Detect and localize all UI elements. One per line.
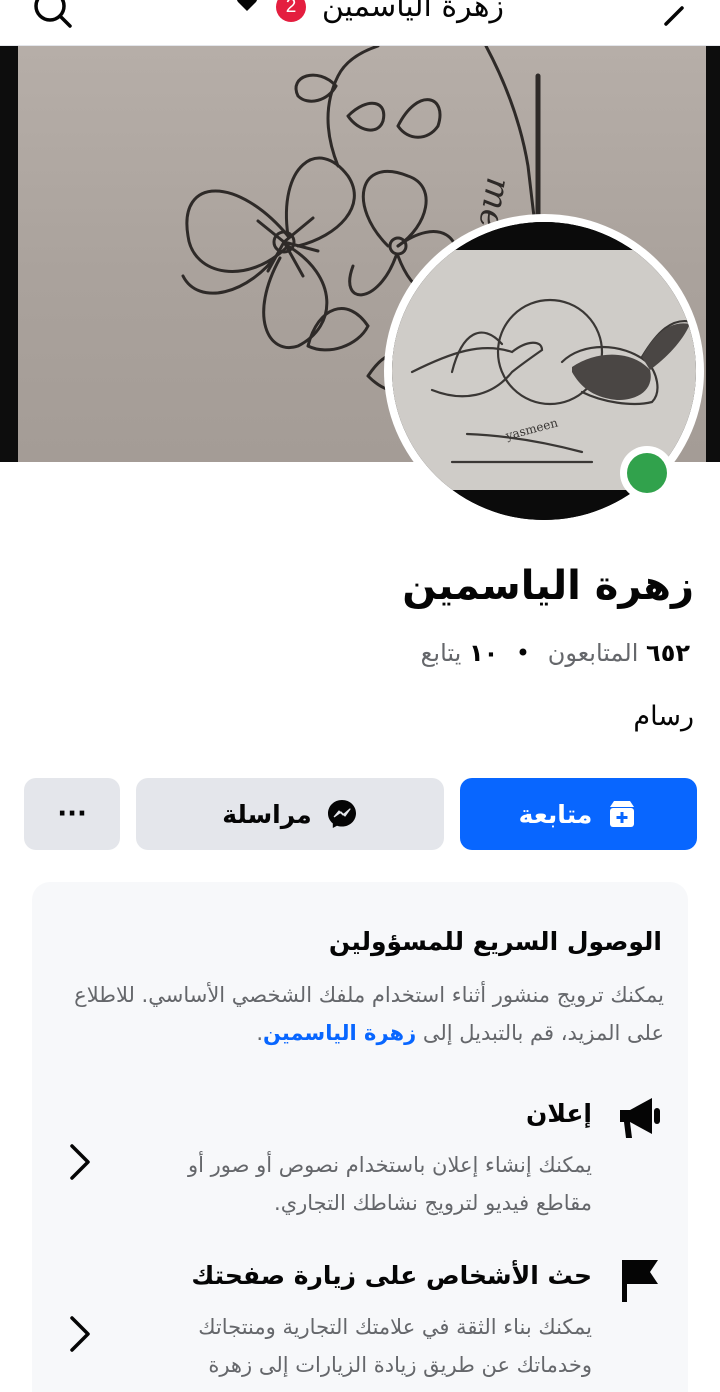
notification-badge[interactable]: 2 [276, 0, 306, 22]
chevron-right-icon[interactable] [68, 1142, 94, 1182]
page-visits-title: حث الأشخاص على زيارة صفحتك [191, 1261, 592, 1290]
online-status-indicator [620, 446, 674, 500]
create-ad-description: يمكنك إنشاء إعلان باستخدام نصوص أو صور أ… [187, 1153, 592, 1215]
admin-quick-access-card: الوصول السريع للمسؤولين يمكنك ترويج منشو… [32, 882, 688, 1392]
messenger-icon [327, 800, 356, 828]
follow-button-label: متابعة [518, 799, 593, 829]
more-options-label: ··· [57, 799, 87, 829]
create-ad-item[interactable]: إعلان يمكنك إنشاء إعلان باستخدام نصوص أو… [32, 1094, 688, 1234]
heart-icon [237, 0, 257, 11]
follow-button[interactable]: متابعة [460, 778, 697, 850]
page-visits-item[interactable]: حث الأشخاص على زيارة صفحتك يمكنك بناء ال… [32, 1256, 688, 1392]
page-title: زهرة الياسمين [321, 0, 504, 24]
message-button-label: مراسلة [222, 799, 312, 829]
card-description: يمكنك ترويج منشور أثناء استخدام ملفك الش… [64, 976, 664, 1052]
message-button[interactable]: مراسلة [136, 778, 444, 850]
page-visits-description: يمكنك بناء الثقة في علامتك التجارية ومنت… [198, 1315, 592, 1392]
following-label[interactable]: يتابع [421, 639, 462, 667]
chevron-right-icon[interactable] [68, 1314, 94, 1354]
follow-page-icon [610, 801, 635, 827]
card-title: الوصول السريع للمسؤولين [328, 927, 662, 956]
switch-profile-link[interactable]: زهرة الياسمين [263, 1021, 416, 1045]
megaphone-icon [620, 1098, 660, 1138]
followers-count[interactable]: ٦٥٢ [646, 639, 690, 667]
more-options-button[interactable]: ··· [24, 778, 120, 850]
following-count[interactable]: ١٠ [469, 639, 498, 667]
create-ad-title: إعلان [526, 1099, 592, 1128]
top-bar: 2 زهرة الياسمين [0, 0, 720, 46]
search-icon[interactable] [30, 0, 74, 30]
flag-icon [622, 1260, 658, 1302]
profile-name: زهرة الياسمين [402, 563, 694, 609]
stats-separator: • [515, 639, 531, 667]
profile-category: رسام [633, 701, 694, 732]
card-description-suffix: . [256, 1021, 263, 1045]
profile-stats: ٦٥٢ المتابعون • ١٠ يتابع [421, 636, 690, 670]
followers-label[interactable]: المتابعون [548, 639, 639, 667]
chevron-left-icon[interactable] [660, 0, 690, 28]
